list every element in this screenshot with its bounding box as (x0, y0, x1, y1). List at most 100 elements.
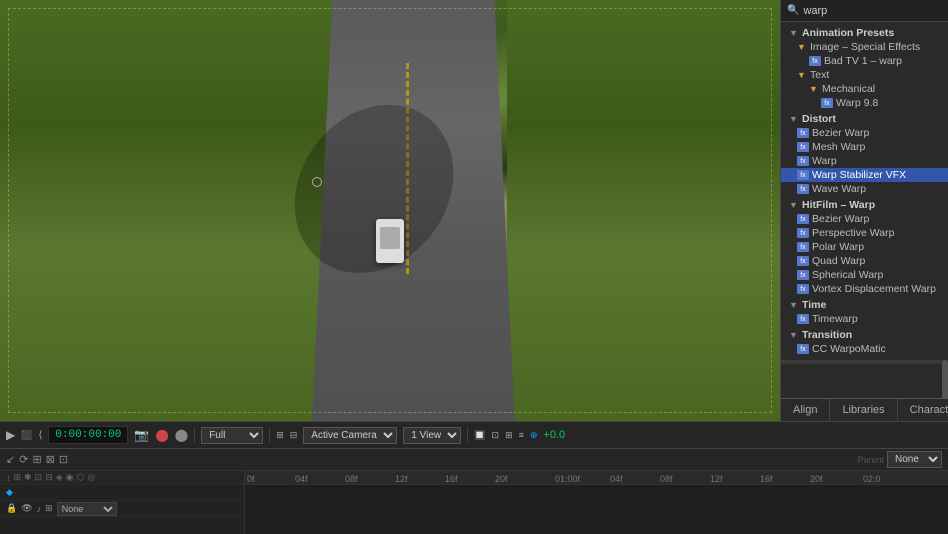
divider (467, 428, 468, 442)
effect-label: CC WarpoMatic (812, 343, 886, 355)
fx-icon: fx (797, 156, 809, 166)
fx-icon: fx (809, 56, 821, 66)
effect-label: Bezier Warp (812, 127, 869, 139)
tool-icon-1[interactable]: ↕ (6, 473, 11, 483)
none-select[interactable]: None (57, 502, 117, 516)
tool-icon-2[interactable]: ⊞ (14, 472, 22, 483)
ruler-label-7: 04f (610, 474, 623, 484)
effect-hf-perspective-warp[interactable]: fx Perspective Warp (781, 226, 948, 240)
eye-icon[interactable]: 👁 (21, 503, 32, 514)
tool-icon-5[interactable]: ⊟ (45, 472, 53, 483)
search-icon: 🔍 (787, 5, 799, 16)
tab-character[interactable]: Character (898, 399, 948, 421)
effect-label: Warp 9.8 (836, 97, 878, 109)
effect-bad-tv-warp[interactable]: fx Bad TV 1 – warp (781, 54, 948, 68)
offset-display: +0.0 (543, 429, 565, 441)
play-icon[interactable]: ⬛ (21, 430, 32, 441)
timeline-tool-4[interactable]: ⊠ (46, 453, 55, 466)
folder-text[interactable]: ▼ Text (781, 68, 948, 82)
video-frame (0, 0, 780, 421)
folder-icon: ▼ (797, 42, 807, 52)
settings-icon[interactable]: ⬤ (155, 428, 168, 442)
section-hitfilm-warp: ▼ HitFilm – Warp (781, 198, 948, 212)
tool-icon-7[interactable]: ◉ (66, 472, 74, 483)
lock-icon[interactable]: 🔒 (6, 503, 17, 514)
tool-icon-6[interactable]: ◈ (56, 472, 63, 483)
tab-libraries[interactable]: Libraries (830, 399, 897, 421)
folder-icon: ▼ (809, 84, 819, 94)
collapse-icon: ▼ (789, 200, 799, 210)
timeline-area: ↙ ⟳ ⊞ ⊠ ⊡ Parent None ↕ ⊞ ✱ ⊡ ⊟ ◈ ◉ ⬡ (0, 449, 948, 534)
fx-icon: fx (797, 214, 809, 224)
timeline-tool-2[interactable]: ⟳ (19, 453, 28, 466)
timeline-tool-3[interactable]: ⊞ (32, 453, 41, 466)
effect-warp-9-8[interactable]: fx Warp 9.8 (781, 96, 948, 110)
timeline-tool-1[interactable]: ↙ (6, 453, 15, 466)
tool-icon-9[interactable]: ◎ (87, 472, 95, 483)
render-icon[interactable]: ⊕ (530, 430, 538, 441)
camera-icon[interactable]: 📷 (134, 428, 149, 442)
effect-label: Warp Stabilizer VFX (812, 169, 906, 181)
effect-label: Spherical Warp (812, 269, 883, 281)
timeline-header: ↙ ⟳ ⊞ ⊠ ⊡ Parent None (0, 449, 948, 471)
tool-icon-3[interactable]: ✱ (24, 472, 32, 483)
ruler-label-2: 08f (345, 474, 358, 484)
timeline-tools: ↙ ⟳ ⊞ ⊠ ⊡ (6, 453, 68, 466)
effect-hf-bezier-warp[interactable]: fx Bezier Warp (781, 212, 948, 226)
collapse-icon: ▼ (789, 28, 799, 38)
effect-warp-stabilizer-vfx[interactable]: fx Warp Stabilizer VFX (781, 168, 948, 182)
effect-wave-warp[interactable]: fx Wave Warp (781, 182, 948, 196)
ruler-label-9: 12f (710, 474, 723, 484)
timeline-ruler[interactable]: 0f 04f 08f 12f 16f 20f 01:00f 04f 08f 12… (245, 471, 948, 534)
zoom-icon[interactable]: 🔲 (474, 430, 485, 441)
grid-icon[interactable]: ⊞ (276, 430, 284, 441)
search-input[interactable] (803, 5, 945, 17)
viewport[interactable] (0, 0, 780, 421)
parent-select[interactable]: None (887, 451, 942, 468)
audio-icon[interactable]: ♪ (37, 504, 42, 514)
fx-icon: fx (797, 284, 809, 294)
folder-label: Image – Special Effects (810, 41, 920, 53)
view-count-select[interactable]: 1 View (403, 427, 461, 444)
effect-hf-vortex-displacement[interactable]: fx Vortex Displacement Warp (781, 282, 948, 296)
frame-back-icon[interactable]: ⟨ (38, 430, 42, 441)
folder-mechanical[interactable]: ▼ Mechanical (781, 82, 948, 96)
section-transition: ▼ Transition (781, 328, 948, 342)
section-time: ▼ Time (781, 298, 948, 312)
effect-warp[interactable]: fx Warp (781, 154, 948, 168)
tool-icon-4[interactable]: ⊡ (35, 472, 43, 483)
effect-label: Timewarp (812, 313, 858, 325)
fx-icon: fx (797, 184, 809, 194)
view-select[interactable]: Active Camera (303, 427, 397, 444)
quality-select[interactable]: Full Half Quarter (201, 427, 263, 444)
mask-icon[interactable]: ⊞ (505, 430, 513, 441)
section-distort: ▼ Distort (781, 112, 948, 126)
effect-hf-spherical-warp[interactable]: fx Spherical Warp (781, 268, 948, 282)
effect-label: Warp (812, 155, 837, 167)
monitor-icon[interactable]: ⬤ (175, 428, 188, 442)
tool-icon-8[interactable]: ⬡ (76, 472, 84, 483)
effect-hf-polar-warp[interactable]: fx Polar Warp (781, 240, 948, 254)
ruler-label-11: 20f (810, 474, 823, 484)
tab-align[interactable]: Align (781, 399, 830, 421)
grid2-icon[interactable]: ⊟ (290, 430, 298, 441)
fx-icon: fx (797, 228, 809, 238)
effect-cc-warpomatic[interactable]: fx CC WarpoMatic (781, 342, 948, 356)
effect-timewarp[interactable]: fx Timewarp (781, 312, 948, 326)
timeline-tool-5[interactable]: ⊡ (59, 453, 68, 466)
effect-hf-quad-warp[interactable]: fx Quad Warp (781, 254, 948, 268)
effect-label: Wave Warp (812, 183, 866, 195)
folder-icon: ▼ (797, 70, 807, 80)
ruler-label-0: 0f (247, 474, 255, 484)
expand-icon[interactable]: ▶ (6, 428, 15, 442)
fit-icon[interactable]: ⊡ (492, 430, 500, 441)
effect-bezier-warp[interactable]: fx Bezier Warp (781, 126, 948, 140)
folder-image-special-effects[interactable]: ▼ Image – Special Effects (781, 40, 948, 54)
effect-mesh-warp[interactable]: fx Mesh Warp (781, 140, 948, 154)
channels-icon[interactable]: ≡ (519, 430, 524, 440)
ruler-label-10: 16f (760, 474, 773, 484)
folder-label: Text (810, 69, 829, 81)
properties-icon[interactable]: ⊞ (45, 503, 53, 514)
fx-icon: fx (797, 314, 809, 324)
bottom-tabs: Align Libraries Character (781, 398, 948, 421)
